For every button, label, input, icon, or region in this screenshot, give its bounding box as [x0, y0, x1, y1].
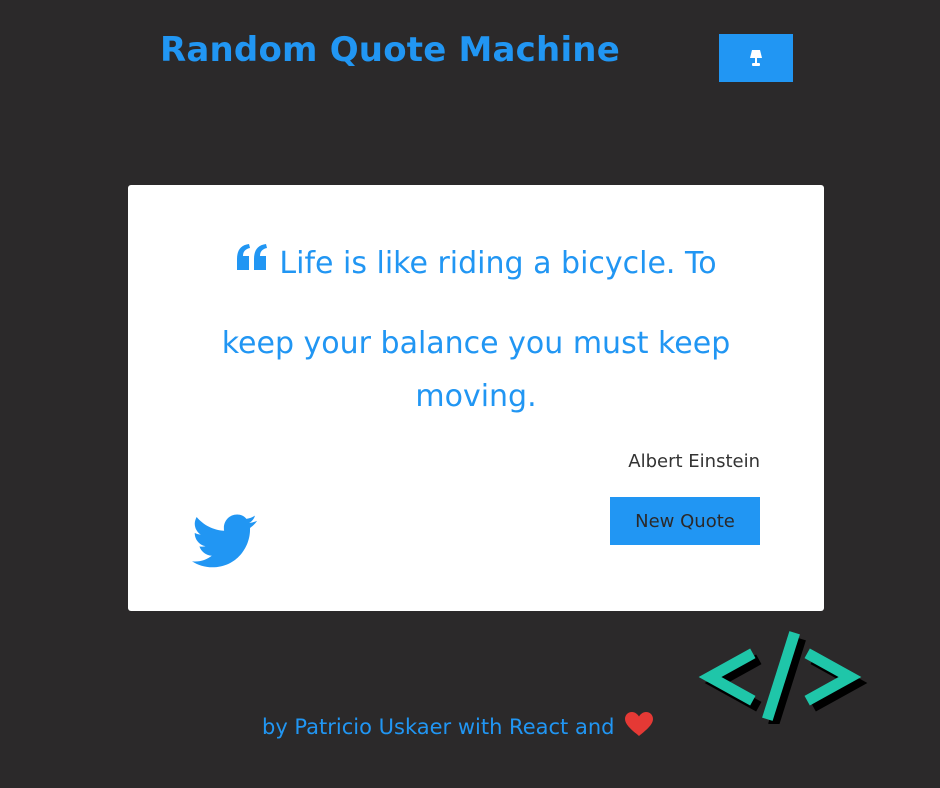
new-quote-button[interactable]: New Quote	[610, 497, 760, 545]
footer-credit: by Patricio Uskaer with React and	[262, 711, 654, 742]
lamp-icon	[748, 49, 764, 67]
quote-box: Life is like riding a bicycle. To keep y…	[128, 185, 824, 611]
quote-line-rest-text: keep your balance you must keep moving.	[221, 326, 731, 414]
code-logo-icon	[698, 631, 868, 724]
quote-text: Life is like riding a bicycle. To keep y…	[198, 237, 754, 423]
app-title: Random Quote Machine	[160, 30, 620, 70]
theme-toggle-button[interactable]	[719, 34, 793, 82]
heart-icon	[624, 711, 654, 742]
quote-line-first-text: Life is like riding a bicycle. To	[279, 246, 717, 281]
twitter-icon	[192, 514, 258, 575]
tweet-quote-link[interactable]	[192, 513, 258, 571]
footer-credit-text: by Patricio Uskaer with React and	[262, 714, 615, 739]
quote-left-icon	[235, 235, 269, 288]
quote-author: Albert Einstein	[628, 451, 760, 472]
